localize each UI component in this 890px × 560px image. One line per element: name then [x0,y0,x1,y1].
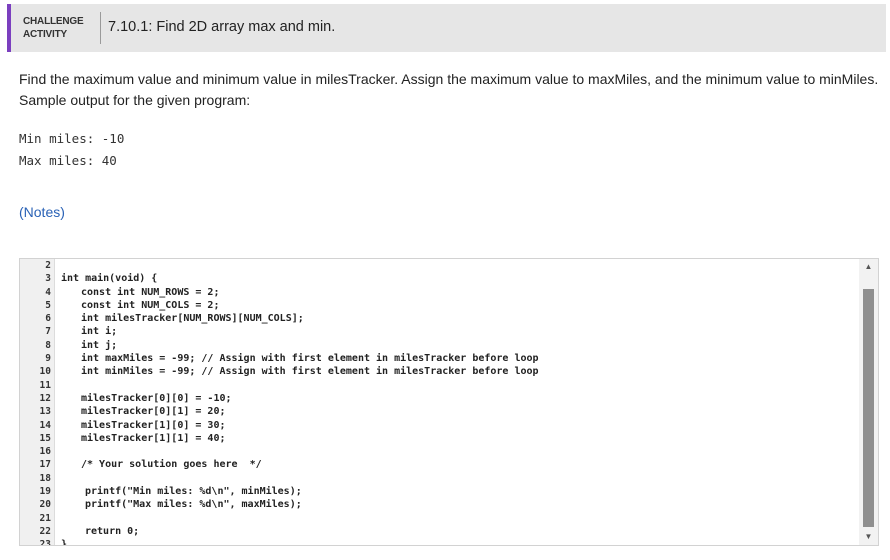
code-text[interactable]: int i; [81,325,117,338]
line-number: 17 [39,459,51,471]
editor-scrollbar[interactable]: ▲ ▼ [859,259,878,545]
badge-line-2: ACTIVITY [23,29,67,40]
challenge-activity-badge: CHALLENGE ACTIVITY [23,15,95,41]
line-number: 10 [39,366,51,378]
code-text[interactable]: /* Your solution goes here */ [81,458,262,471]
line-number: 21 [39,512,51,524]
line-number: 12 [39,392,51,404]
code-text[interactable]: printf("Min miles: %d\n", minMiles); [85,485,302,498]
code-text[interactable]: printf("Max miles: %d\n", maxMiles); [85,498,302,511]
code-line[interactable]: 2 [20,259,860,272]
code-text[interactable]: int minMiles = -99; // Assign with first… [81,365,539,378]
code-text[interactable]: milesTracker[1][1] = 40; [81,432,226,445]
notes-link[interactable]: (Notes) [19,204,65,220]
scroll-up-icon[interactable]: ▲ [859,259,878,275]
code-text[interactable]: milesTracker[0][1] = 20; [81,405,226,418]
line-number: 4 [45,286,51,298]
code-line[interactable]: 19 printf("Min miles: %d\n", minMiles); [20,485,860,498]
badge-line-1: CHALLENGE [23,16,84,27]
sample-output: Min miles: -10 Max miles: 40 [19,128,124,172]
line-number: 5 [45,299,51,311]
code-line[interactable]: 11 [20,379,860,392]
code-lines[interactable]: 2 3 int main(void) {4 const int NUM_ROWS = … [20,259,860,546]
code-line[interactable]: 4 const int NUM_ROWS = 2; [20,286,860,299]
code-text[interactable]: return 0; [85,525,139,538]
code-text[interactable]: } [61,538,67,545]
line-number: 16 [39,446,51,458]
line-number: 15 [39,432,51,444]
code-line[interactable]: 9 int maxMiles = -99; // Assign with firs… [20,352,860,365]
code-text[interactable]: int main(void) { [61,272,157,285]
scroll-down-icon[interactable]: ▼ [859,529,878,545]
code-line[interactable]: 13 milesTracker[0][1] = 20; [20,405,860,418]
code-editor[interactable]: 2 3 int main(void) {4 const int NUM_ROWS = … [19,258,879,546]
code-text[interactable]: int j; [81,339,117,352]
code-line[interactable]: 12 milesTracker[0][0] = -10; [20,392,860,405]
code-line[interactable]: 18 [20,472,860,485]
code-line[interactable]: 17 /* Your solution goes here */ [20,458,860,471]
line-number: 8 [45,339,51,351]
line-number: 20 [39,499,51,511]
line-number: 23 [39,539,51,546]
line-number: 19 [39,486,51,498]
line-number: 11 [39,379,51,391]
header-separator [100,12,101,44]
sample-output-line: Max miles: 40 [19,153,117,168]
code-text[interactable]: milesTracker[0][0] = -10; [81,392,232,405]
line-number: 7 [45,326,51,338]
line-number: 14 [39,419,51,431]
code-line[interactable]: 23} [20,538,860,546]
code-text[interactable]: const int NUM_ROWS = 2; [81,286,219,299]
sample-output-line: Min miles: -10 [19,131,125,146]
code-text[interactable]: int maxMiles = -99; // Assign with first… [81,352,539,365]
line-number: 3 [45,273,51,285]
line-number: 18 [39,472,51,484]
scrollbar-thumb[interactable] [863,289,874,527]
code-line[interactable]: 6 int milesTracker[NUM_ROWS][NUM_COLS]; [20,312,860,325]
code-text[interactable]: int milesTracker[NUM_ROWS][NUM_COLS]; [81,312,304,325]
line-number: 9 [45,353,51,365]
code-line[interactable]: 21 [20,512,860,525]
code-line[interactable]: 7 int i; [20,325,860,338]
code-line[interactable]: 15 milesTracker[1][1] = 40; [20,432,860,445]
line-number: 6 [45,313,51,325]
instructions-text: Find the maximum value and minimum value… [19,71,879,108]
code-line[interactable]: 3 int main(void) { [20,272,860,285]
code-line[interactable]: 10 int minMiles = -99; // Assign with fir… [20,365,860,378]
code-line[interactable]: 14 milesTracker[1][0] = 30; [20,419,860,432]
activity-header: CHALLENGE ACTIVITY 7.10.1: Find 2D array… [7,4,886,52]
code-line[interactable]: 20 printf("Max miles: %d\n", maxMiles); [20,498,860,511]
code-line[interactable]: 5 const int NUM_COLS = 2; [20,299,860,312]
line-number: 22 [39,525,51,537]
line-number: 2 [45,260,51,271]
header-accent-bar [7,4,11,52]
code-line[interactable]: 22 return 0; [20,525,860,538]
code-line[interactable]: 8 int j; [20,339,860,352]
code-line[interactable]: 16 [20,445,860,458]
line-number: 13 [39,406,51,418]
code-text[interactable]: milesTracker[1][0] = 30; [81,419,226,432]
activity-title: 7.10.1: Find 2D array max and min. [108,19,336,35]
code-text[interactable]: const int NUM_COLS = 2; [81,299,219,312]
